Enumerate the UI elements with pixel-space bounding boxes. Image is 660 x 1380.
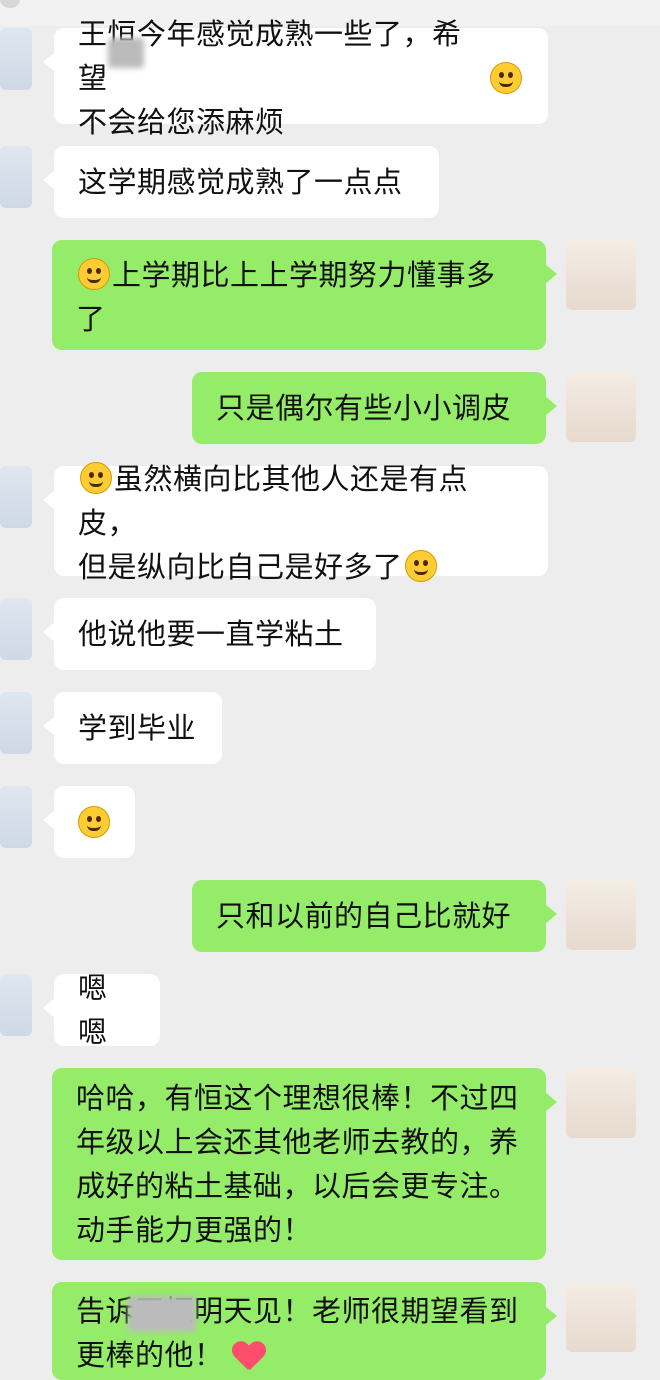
message-bubble-incoming[interactable]: 学到毕业 [43, 692, 222, 764]
name-redaction [108, 38, 144, 68]
laugh-emoji [78, 806, 110, 838]
message-text: 上学期比上上学期努力懂事多 了 [76, 253, 496, 341]
smile-emoji [78, 258, 110, 290]
watermark [544, 1340, 660, 1362]
message-bubble-outgoing[interactable]: 只和以前的自己比就好 [192, 880, 557, 952]
message-bubble-outgoing[interactable]: 告诉王恒明天见！老师很期望看到 更棒的他！ [52, 1282, 557, 1380]
contact-avatar[interactable] [0, 466, 32, 528]
my-avatar[interactable] [566, 240, 636, 310]
message-text: 他说他要一直学粘土 [78, 617, 344, 651]
message-text: 王恒今年感觉成熟一些了，希望 不会给您添麻烦 [78, 17, 462, 139]
contact-avatar[interactable] [0, 598, 32, 660]
message-text: 只是偶尔有些小小调皮 [216, 391, 512, 425]
contact-avatar[interactable] [0, 146, 32, 208]
message-bubble-incoming[interactable]: 嗯嗯 [43, 971, 160, 1049]
message-bubble-outgoing[interactable]: 上学期比上上学期努力懂事多 了 [52, 240, 557, 350]
contact-avatar[interactable] [0, 28, 32, 90]
message-text: 哈哈，有恒这个理想很棒！不过四 年级以上会还其他老师去教的，养 成好的粘土基础，… [76, 1081, 519, 1247]
my-avatar[interactable] [566, 372, 636, 442]
contact-avatar[interactable] [0, 974, 32, 1036]
message-text: 这学期感觉成熟了一点点 [78, 165, 403, 199]
top-indicator [0, 0, 20, 8]
message-bubble-outgoing[interactable]: 只是偶尔有些小小调皮 [192, 372, 557, 444]
message-text: 嗯嗯 [78, 971, 108, 1049]
message-bubble-incoming[interactable]: 他说他要一直学粘土 [43, 598, 376, 670]
contact-avatar[interactable] [0, 692, 32, 754]
grin-emoji [404, 550, 437, 582]
message-text-content: 上学期比上上学期努力懂事多 了 [76, 258, 496, 336]
my-avatar[interactable] [566, 1068, 636, 1138]
message-bubble-incoming[interactable]: 这学期感觉成熟了一点点 [43, 146, 439, 218]
message-text: 只和以前的自己比就好 [216, 899, 512, 933]
message-bubble-incoming[interactable] [43, 786, 135, 858]
contact-avatar[interactable] [0, 786, 32, 848]
thinking-emoji [80, 462, 112, 494]
message-bubble-incoming[interactable]: 虽然横向比其他人还是有点皮， 但是纵向比自己是好多了 [43, 462, 548, 584]
name-redaction [128, 1296, 196, 1332]
message-text: 学到毕业 [78, 711, 197, 745]
chat-window: 王恒今年感觉成熟一些了，希望 不会给您添麻烦 这学期感觉成熟了一点点 上学期比上… [0, 0, 660, 1380]
message-bubble-outgoing[interactable]: 哈哈，有恒这个理想很棒！不过四 年级以上会还其他老师去教的，养 成好的粘土基础，… [52, 1068, 557, 1260]
laugh-tears-emoji [490, 62, 522, 94]
message-text: 虽然横向比其他人还是有点皮， 但是纵向比自己是好多了 [78, 457, 524, 589]
heart-emoji [232, 1338, 264, 1370]
my-avatar[interactable] [566, 880, 636, 950]
